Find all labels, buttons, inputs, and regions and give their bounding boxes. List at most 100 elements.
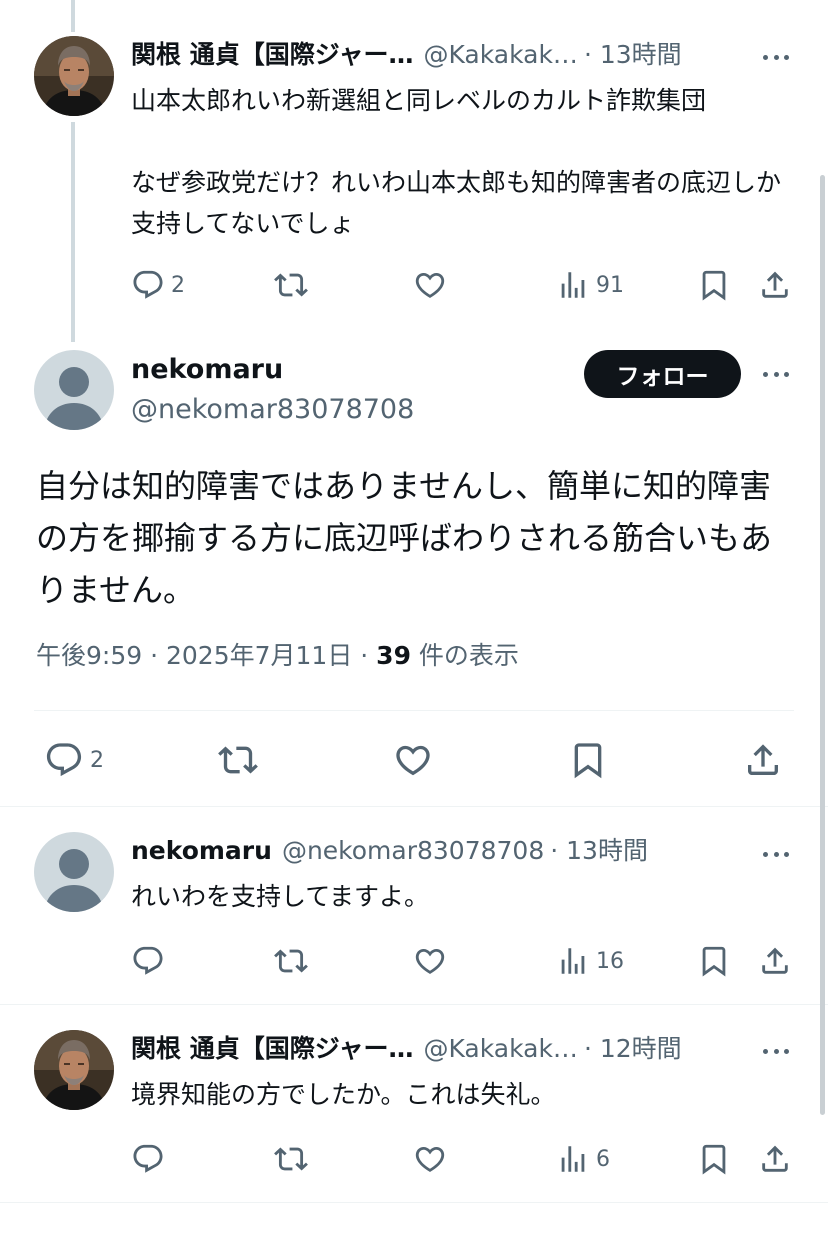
reply-icon [44, 740, 84, 780]
views-count: 91 [596, 272, 624, 298]
repost-button[interactable] [273, 944, 309, 978]
repost-icon [273, 944, 309, 978]
share-button[interactable] [758, 268, 792, 302]
more-options-button[interactable] [760, 362, 792, 386]
repost-button[interactable] [217, 740, 259, 780]
reply-count: 2 [171, 272, 185, 298]
avatar[interactable] [34, 36, 114, 116]
dot-icon [784, 1048, 789, 1054]
man-portrait-avatar-icon [34, 36, 114, 116]
dot-icon [773, 851, 779, 857]
post-time[interactable]: · 13時間 [550, 834, 648, 868]
avatar[interactable] [34, 350, 114, 430]
like-button[interactable] [393, 740, 433, 780]
follow-button[interactable]: フォロー [584, 350, 741, 398]
reply-icon [131, 268, 165, 302]
share-icon [743, 740, 783, 780]
heart-icon [393, 740, 433, 780]
scrollbar[interactable] [820, 175, 825, 1115]
repost-button[interactable] [273, 268, 309, 302]
heart-icon [413, 944, 447, 978]
post-time[interactable]: 午後9:59 [36, 641, 142, 670]
views-label[interactable]: 件の表示 [411, 641, 519, 670]
repost-icon [273, 268, 309, 302]
views-count[interactable]: 39 [376, 641, 411, 670]
like-button[interactable] [413, 944, 447, 978]
reply-button[interactable] [131, 944, 165, 978]
dot-icon [773, 371, 779, 377]
more-options-button[interactable] [760, 842, 792, 866]
views-icon [556, 1142, 590, 1176]
share-button[interactable] [758, 1142, 792, 1176]
bookmark-icon [697, 268, 731, 302]
repost-icon [273, 1142, 309, 1176]
post-date[interactable]: 2025年7月11日 [166, 641, 352, 670]
reply-icon [131, 1142, 165, 1176]
avatar[interactable] [34, 832, 114, 912]
share-icon [758, 944, 792, 978]
meta-separator: · [142, 641, 166, 670]
dot-icon [784, 371, 789, 377]
reply-header: 関根 通貞【国際ジャー… @Kakakak… · 12時間 [131, 1032, 682, 1066]
man-portrait-avatar-icon [34, 1030, 114, 1110]
dot-icon [763, 851, 768, 857]
views-count: 16 [596, 948, 624, 974]
author-name[interactable]: nekomaru [131, 834, 272, 868]
repost-button[interactable] [273, 1142, 309, 1176]
reply-icon [131, 944, 165, 978]
avatar[interactable] [34, 1030, 114, 1110]
reply-button[interactable]: 2 [131, 268, 185, 302]
parent-reply-header: 関根 通貞【国際ジャー… @Kakakak… · 13時間 [131, 38, 682, 72]
dot-icon [763, 54, 768, 60]
author-name[interactable]: nekomaru [131, 352, 283, 388]
heart-icon [413, 268, 447, 302]
post-time[interactable]: · 13時間 [584, 38, 682, 72]
more-options-button[interactable] [760, 1039, 792, 1063]
dot-icon [763, 371, 768, 377]
author-handle[interactable]: @nekomar83078708 [131, 392, 414, 428]
views-button[interactable]: 16 [556, 944, 624, 978]
views-icon [556, 944, 590, 978]
bookmark-button[interactable] [697, 268, 731, 302]
bookmark-icon [568, 740, 608, 780]
views-icon [556, 268, 590, 302]
like-button[interactable] [413, 268, 447, 302]
reply-text: れいわを支持してますよ。 [131, 882, 430, 911]
reply-button[interactable]: 2 [44, 740, 104, 780]
author-handle[interactable]: @Kakakak… [423, 38, 577, 72]
reply-button[interactable] [131, 1142, 165, 1176]
repost-icon [217, 740, 259, 780]
like-button[interactable] [413, 1142, 447, 1176]
share-icon [758, 1142, 792, 1176]
default-user-avatar-icon [34, 350, 114, 430]
author-handle[interactable]: @nekomar83078708 [282, 834, 544, 868]
more-options-button[interactable] [760, 45, 792, 69]
bookmark-button[interactable] [697, 944, 731, 978]
share-button[interactable] [758, 944, 792, 978]
views-button[interactable]: 91 [556, 268, 624, 302]
dot-icon [784, 851, 789, 857]
divider [0, 806, 828, 807]
dot-icon [773, 1048, 779, 1054]
bookmark-icon [697, 944, 731, 978]
reply-text: 境界知能の方でしたか。これは失礼。 [131, 1080, 556, 1109]
share-button[interactable] [743, 740, 783, 780]
share-icon [758, 268, 792, 302]
post-meta: 午後9:59 · 2025年7月11日 · 39 件の表示 [36, 638, 519, 674]
author-handle[interactable]: @Kakakak… [423, 1032, 577, 1066]
thread-line-middle [71, 122, 75, 342]
author-name[interactable]: 関根 通貞【国際ジャー… [131, 1032, 413, 1066]
bookmark-button[interactable] [697, 1142, 731, 1176]
dot-icon [784, 54, 789, 60]
author-name[interactable]: 関根 通貞【国際ジャー… [131, 38, 413, 72]
views-count: 6 [596, 1146, 610, 1172]
default-user-avatar-icon [34, 832, 114, 912]
divider [34, 710, 794, 711]
post-text: 自分は知的障害ではありませんし、簡単に知的障害の方を揶揄する方に底辺呼ばわりされ… [36, 467, 773, 609]
views-button[interactable]: 6 [556, 1142, 610, 1176]
bookmark-button[interactable] [568, 740, 608, 780]
heart-icon [413, 1142, 447, 1176]
thread-line-top [71, 0, 75, 32]
divider [0, 1202, 828, 1203]
post-time[interactable]: · 12時間 [584, 1032, 682, 1066]
